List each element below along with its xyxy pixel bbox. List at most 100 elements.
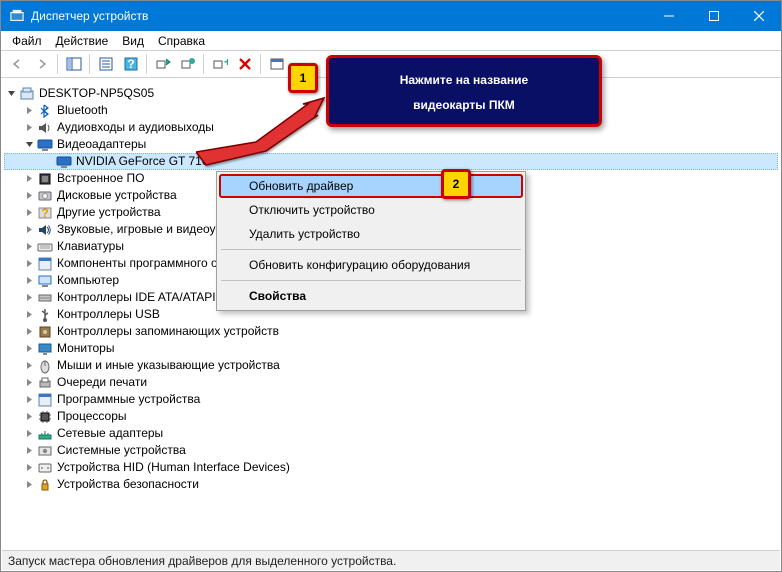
security-icon	[37, 477, 53, 493]
titlebar-buttons	[646, 1, 781, 31]
tree-item-label: Контроллеры IDE ATA/ATAPI	[57, 289, 216, 306]
tree-item-label: Компьютер	[57, 272, 119, 289]
expand-icon[interactable]	[22, 222, 37, 237]
separator	[260, 54, 261, 74]
tree-item-label: Контроллеры USB	[57, 306, 160, 323]
expand-icon[interactable]	[22, 358, 37, 373]
expand-icon[interactable]	[22, 426, 37, 441]
bluetooth-icon	[37, 103, 53, 119]
expand-icon[interactable]	[22, 188, 37, 203]
tree-item-label: Устройства безопасности	[57, 476, 199, 493]
expand-icon[interactable]	[22, 460, 37, 475]
expand-icon[interactable]	[22, 443, 37, 458]
maximize-button[interactable]	[691, 1, 736, 31]
show-hidden-button[interactable]	[265, 53, 288, 76]
device-tree[interactable]: DESKTOP-NP5QS05BluetoothАудиовходы и ауд…	[2, 79, 780, 549]
menubar: Файл Действие Вид Справка	[1, 31, 781, 51]
unknown-icon: ?	[37, 205, 53, 221]
menu-view[interactable]: Вид	[115, 32, 151, 50]
back-button[interactable]	[5, 53, 28, 76]
tree-category-15[interactable]: Очереди печати	[4, 374, 778, 391]
expand-icon[interactable]	[22, 324, 37, 339]
help-button[interactable]: ?	[119, 53, 142, 76]
tree-item-label: Программные устройства	[57, 391, 200, 408]
minimize-button[interactable]	[646, 1, 691, 31]
tree-category-18[interactable]: Сетевые адаптеры	[4, 425, 778, 442]
status-bar: Запуск мастера обновления драйверов для …	[2, 550, 780, 570]
expand-icon[interactable]	[22, 477, 37, 492]
keyboard-icon	[37, 239, 53, 255]
scan-hardware-button[interactable]	[151, 53, 174, 76]
badge-two: 2	[441, 169, 471, 199]
tree-item-label: DESKTOP-NP5QS05	[39, 85, 154, 102]
expand-icon[interactable]	[22, 171, 37, 186]
network-icon	[37, 426, 53, 442]
show-hide-pane-button[interactable]	[62, 53, 85, 76]
monitor-icon	[37, 341, 53, 357]
tree-category-13[interactable]: Мониторы	[4, 340, 778, 357]
window-title: Диспетчер устройств	[31, 9, 646, 23]
software-icon	[37, 392, 53, 408]
menu-action[interactable]: Действие	[49, 32, 116, 50]
mouse-icon	[37, 358, 53, 374]
menu-help[interactable]: Справка	[151, 32, 212, 50]
ctx-item-6[interactable]: Свойства	[219, 284, 523, 308]
usb-icon	[37, 307, 53, 323]
tree-category-19[interactable]: Системные устройства	[4, 442, 778, 459]
expand-icon[interactable]	[22, 103, 37, 118]
tree-category-20[interactable]: Устройства HID (Human Interface Devices)	[4, 459, 778, 476]
close-button[interactable]	[736, 1, 781, 31]
tree-item-label: Системные устройства	[57, 442, 186, 459]
expand-icon[interactable]	[22, 392, 37, 407]
computer-icon	[37, 273, 53, 289]
separator	[203, 54, 204, 74]
display-icon	[37, 137, 53, 153]
tree-item-label: NVIDIA GeForce GT 710	[76, 153, 209, 170]
tree-category-12[interactable]: Контроллеры запоминающих устройств	[4, 323, 778, 340]
expand-icon[interactable]	[22, 205, 37, 220]
collapse-icon[interactable]	[22, 137, 37, 152]
expand-icon[interactable]	[22, 409, 37, 424]
window-icon	[9, 8, 25, 24]
root-icon	[19, 86, 35, 102]
tree-item-label: Встроенное ПО	[57, 170, 144, 187]
ctx-item-1[interactable]: Отключить устройство	[219, 198, 523, 222]
tree-category-17[interactable]: Процессоры	[4, 408, 778, 425]
expand-icon[interactable]	[22, 239, 37, 254]
ctx-item-4[interactable]: Обновить конфигурацию оборудования	[219, 253, 523, 277]
expand-icon[interactable]	[22, 375, 37, 390]
titlebar: Диспетчер устройств	[1, 1, 781, 31]
tree-item-label: Другие устройства	[57, 204, 161, 221]
tree-category-14[interactable]: Мыши и иные указывающие устройства	[4, 357, 778, 374]
uninstall-button[interactable]	[233, 53, 256, 76]
add-legacy-button[interactable]: +	[208, 53, 231, 76]
tree-category-2[interactable]: Видеоадаптеры	[4, 136, 778, 153]
collapse-icon[interactable]	[4, 86, 19, 101]
software-icon	[37, 256, 53, 272]
expand-icon[interactable]	[22, 341, 37, 356]
menu-file[interactable]: Файл	[5, 32, 49, 50]
disk-icon	[37, 188, 53, 204]
display-icon	[56, 154, 72, 170]
tree-category-21[interactable]: Устройства безопасности	[4, 476, 778, 493]
update-driver-button[interactable]	[176, 53, 199, 76]
context-menu: Обновить драйверОтключить устройствоУдал…	[216, 171, 526, 311]
menu-separator	[221, 249, 521, 250]
storage-icon	[37, 324, 53, 340]
tree-device-2-0[interactable]: NVIDIA GeForce GT 710	[4, 153, 778, 170]
separator	[89, 54, 90, 74]
tree-category-16[interactable]: Программные устройства	[4, 391, 778, 408]
tree-item-label: Дисковые устройства	[57, 187, 177, 204]
expand-icon[interactable]	[22, 290, 37, 305]
callout-text: Нажмите на название видеокарты ПКМ	[400, 73, 528, 112]
expand-icon[interactable]	[22, 307, 37, 322]
forward-button[interactable]	[30, 53, 53, 76]
expand-icon[interactable]	[22, 120, 37, 135]
ctx-item-2[interactable]: Удалить устройство	[219, 222, 523, 246]
hid-icon	[37, 460, 53, 476]
expand-icon[interactable]	[22, 256, 37, 271]
properties-button[interactable]	[94, 53, 117, 76]
ctx-item-0[interactable]: Обновить драйвер	[219, 174, 523, 198]
svg-text:?: ?	[41, 206, 48, 220]
expand-icon[interactable]	[22, 273, 37, 288]
